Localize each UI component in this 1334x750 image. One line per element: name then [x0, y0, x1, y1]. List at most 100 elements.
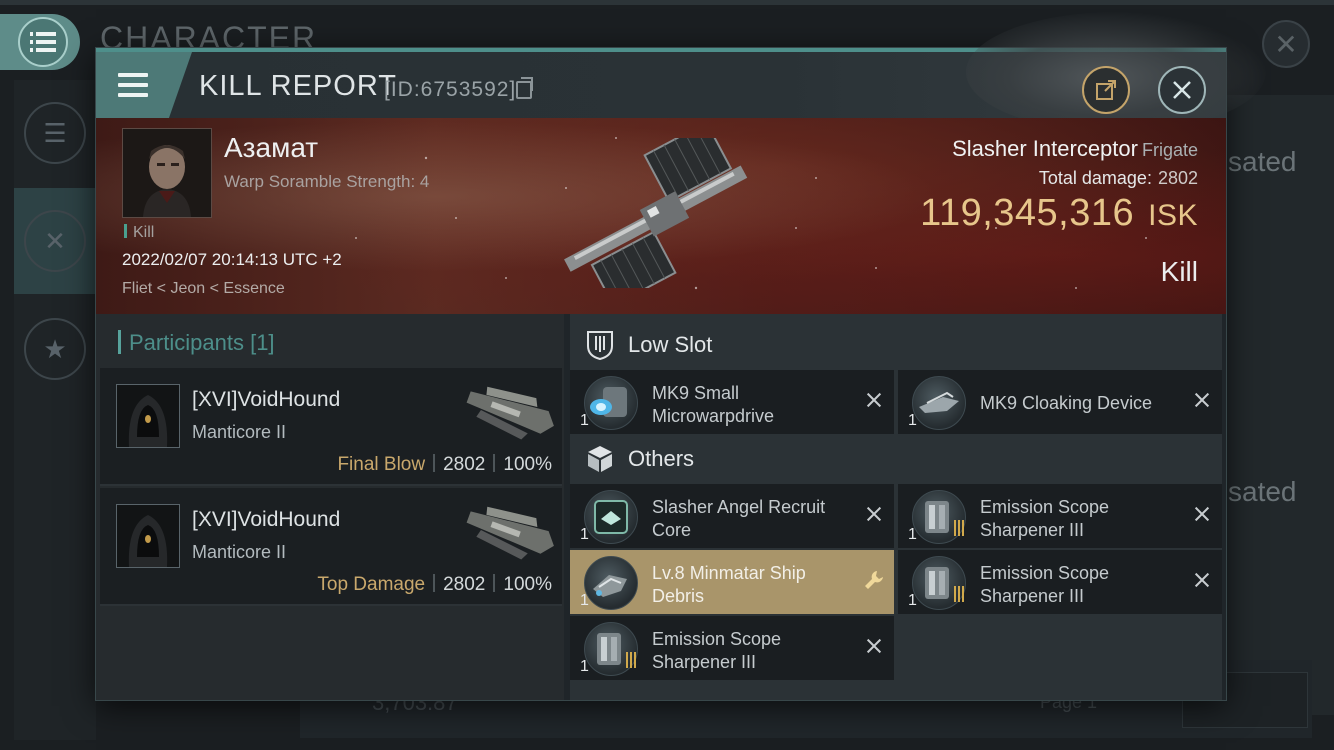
crossed-swords-icon: ✕ [24, 210, 86, 272]
item-quantity: 1 [908, 412, 917, 429]
participant-name: [XVI]VoidHound [192, 508, 341, 531]
ship-debris-icon [584, 556, 638, 610]
section-low-slot: Low Slot [570, 318, 1222, 372]
participant-ship-image [466, 386, 554, 440]
background-text-1: sated [1228, 146, 1297, 177]
item-name: MK9 Small Microwarpdrive [652, 383, 775, 426]
participant-ship-image [466, 506, 554, 560]
sidebar-combat-button[interactable]: ✕ [14, 188, 96, 294]
participant-stats: Final Blow 2802 100% [337, 454, 552, 476]
tier-three-icon [626, 652, 642, 670]
total-damage-label: Total damage: [1038, 168, 1152, 188]
background-right-panel [1226, 95, 1334, 715]
item-quantity: 1 [580, 526, 589, 543]
close-button[interactable] [1158, 66, 1206, 114]
item-card[interactable]: 1 MK9 Cloaking Device [898, 370, 1222, 434]
item-quantity: 1 [580, 592, 589, 609]
modal-title: KILL REPORT [199, 70, 397, 102]
tier-three-icon [954, 586, 970, 604]
close-icon [1173, 81, 1191, 99]
share-icon [1096, 80, 1116, 100]
ship-class: Frigate [1141, 140, 1198, 160]
sidebar-medal-button[interactable]: ★ [14, 296, 96, 402]
item-name: Emission Scope Sharpener III [652, 629, 782, 672]
ship-title-row: Slasher Interceptor Frigate [952, 136, 1198, 162]
victim-subtitle: Warp Soramble Strength: 4 [224, 172, 430, 191]
section-low-slot-label: Low Slot [628, 332, 713, 357]
kill-banner: Азамат Warp Soramble Strength: 4 Kill 20… [96, 118, 1226, 314]
participants-heading-label: Participants [129, 330, 244, 355]
ship-name: Slasher Interceptor [952, 136, 1138, 161]
cube-icon [584, 443, 616, 475]
core-chip-icon [584, 490, 638, 544]
victim-name: Азамат [224, 132, 319, 163]
menu-icon [118, 73, 148, 97]
victim-portrait[interactable] [122, 128, 212, 218]
sidebar-list-button[interactable]: ☰ [14, 80, 96, 186]
item-card[interactable]: 1 Emission Scope Sharpener III [570, 616, 894, 680]
cloaking-device-icon [912, 376, 966, 430]
participant-stats: Top Damage 2802 100% [317, 574, 552, 596]
total-damage-value: 2802 [1157, 168, 1198, 188]
total-damage-row: Total damage: 2802 [1039, 168, 1198, 189]
item-quantity: 1 [908, 526, 917, 543]
copy-icon[interactable] [516, 77, 533, 99]
main-menu-button[interactable] [0, 14, 80, 70]
participants-count: [1] [250, 330, 275, 355]
isk-currency: ISK [1148, 199, 1198, 232]
participant-name: [XVI]VoidHound [192, 388, 341, 411]
kill-tag-label: Kill [133, 224, 155, 241]
kill-tag: Kill [124, 224, 154, 242]
background-text-2: sated [1228, 476, 1297, 507]
participants-heading: Participants [1] [118, 330, 275, 356]
star-icon: ★ [24, 318, 86, 380]
report-menu-button[interactable] [96, 52, 192, 118]
shield-slot-icon [584, 329, 616, 361]
participant-ship: Manticore II [192, 542, 287, 562]
isk-value: 119,345,316 [920, 192, 1135, 234]
participant-percent: 100% [503, 574, 552, 595]
participant-row[interactable]: [XVI]VoidHound Manticore II Top Damage 28… [100, 488, 562, 606]
menu-icon [18, 17, 68, 67]
participant-role: Top Damage [317, 574, 426, 595]
participant-damage: 2802 [443, 454, 486, 475]
destroyed-x-icon [1192, 570, 1212, 590]
tier-three-icon [954, 520, 970, 538]
result-label: Kill [1160, 256, 1198, 287]
item-name: Emission Scope Sharpener III [980, 563, 1110, 606]
destroyed-x-icon [864, 504, 884, 524]
item-card[interactable]: 1 Emission Scope Sharpener III [898, 484, 1222, 548]
item-quantity: 1 [580, 658, 589, 675]
participant-damage: 2802 [443, 574, 486, 595]
item-name: Emission Scope Sharpener III [980, 497, 1110, 540]
item-card-highlighted[interactable]: 1 Lv.8 Minmatar Ship Debris [570, 550, 894, 614]
participant-row[interactable]: [XVI]VoidHound Manticore II Final Blow 28… [100, 368, 562, 486]
microwarpdrive-icon [584, 376, 638, 430]
modal-header: KILL REPORT [ID:6753592] [96, 12, 1266, 132]
item-card[interactable]: 1 Emission Scope Sharpener III [898, 550, 1222, 614]
report-id: [ID:6753592] [384, 78, 517, 101]
list-icon: ☰ [24, 102, 86, 164]
item-name: Slasher Angel Recruit Core [652, 497, 826, 540]
top-edge [0, 0, 1334, 5]
section-others: Others [570, 432, 1222, 486]
item-card[interactable]: 1 Slasher Angel Recruit Core [570, 484, 894, 548]
isk-value-row: 119,345,316 ISK [920, 192, 1198, 235]
kill-report-modal: KILL REPORT [ID:6753592] Азамат Warp Sor… [96, 12, 1266, 700]
item-card[interactable]: 1 MK9 Small Microwarpdrive [570, 370, 894, 434]
share-button[interactable] [1082, 66, 1130, 114]
participant-avatar[interactable] [116, 504, 180, 568]
item-name: MK9 Cloaking Device [980, 393, 1153, 413]
participants-panel: Participants [1] [XVI]VoidHound Manticor… [96, 314, 564, 700]
item-quantity: 1 [908, 592, 917, 609]
background-close-button[interactable]: ✕ [1262, 20, 1310, 68]
wrench-icon[interactable] [862, 568, 886, 592]
participant-avatar[interactable] [116, 384, 180, 448]
item-quantity: 1 [580, 412, 589, 429]
participant-percent: 100% [503, 454, 552, 475]
kill-location: Fliet < Jeon < Essence [122, 280, 285, 297]
participant-ship: Manticore II [192, 422, 287, 442]
destroyed-x-icon [1192, 390, 1212, 410]
fitting-panel: Low Slot 1 MK9 Small Microwarpdrive 1 MK… [570, 314, 1222, 700]
victim-ship-image [564, 138, 748, 288]
